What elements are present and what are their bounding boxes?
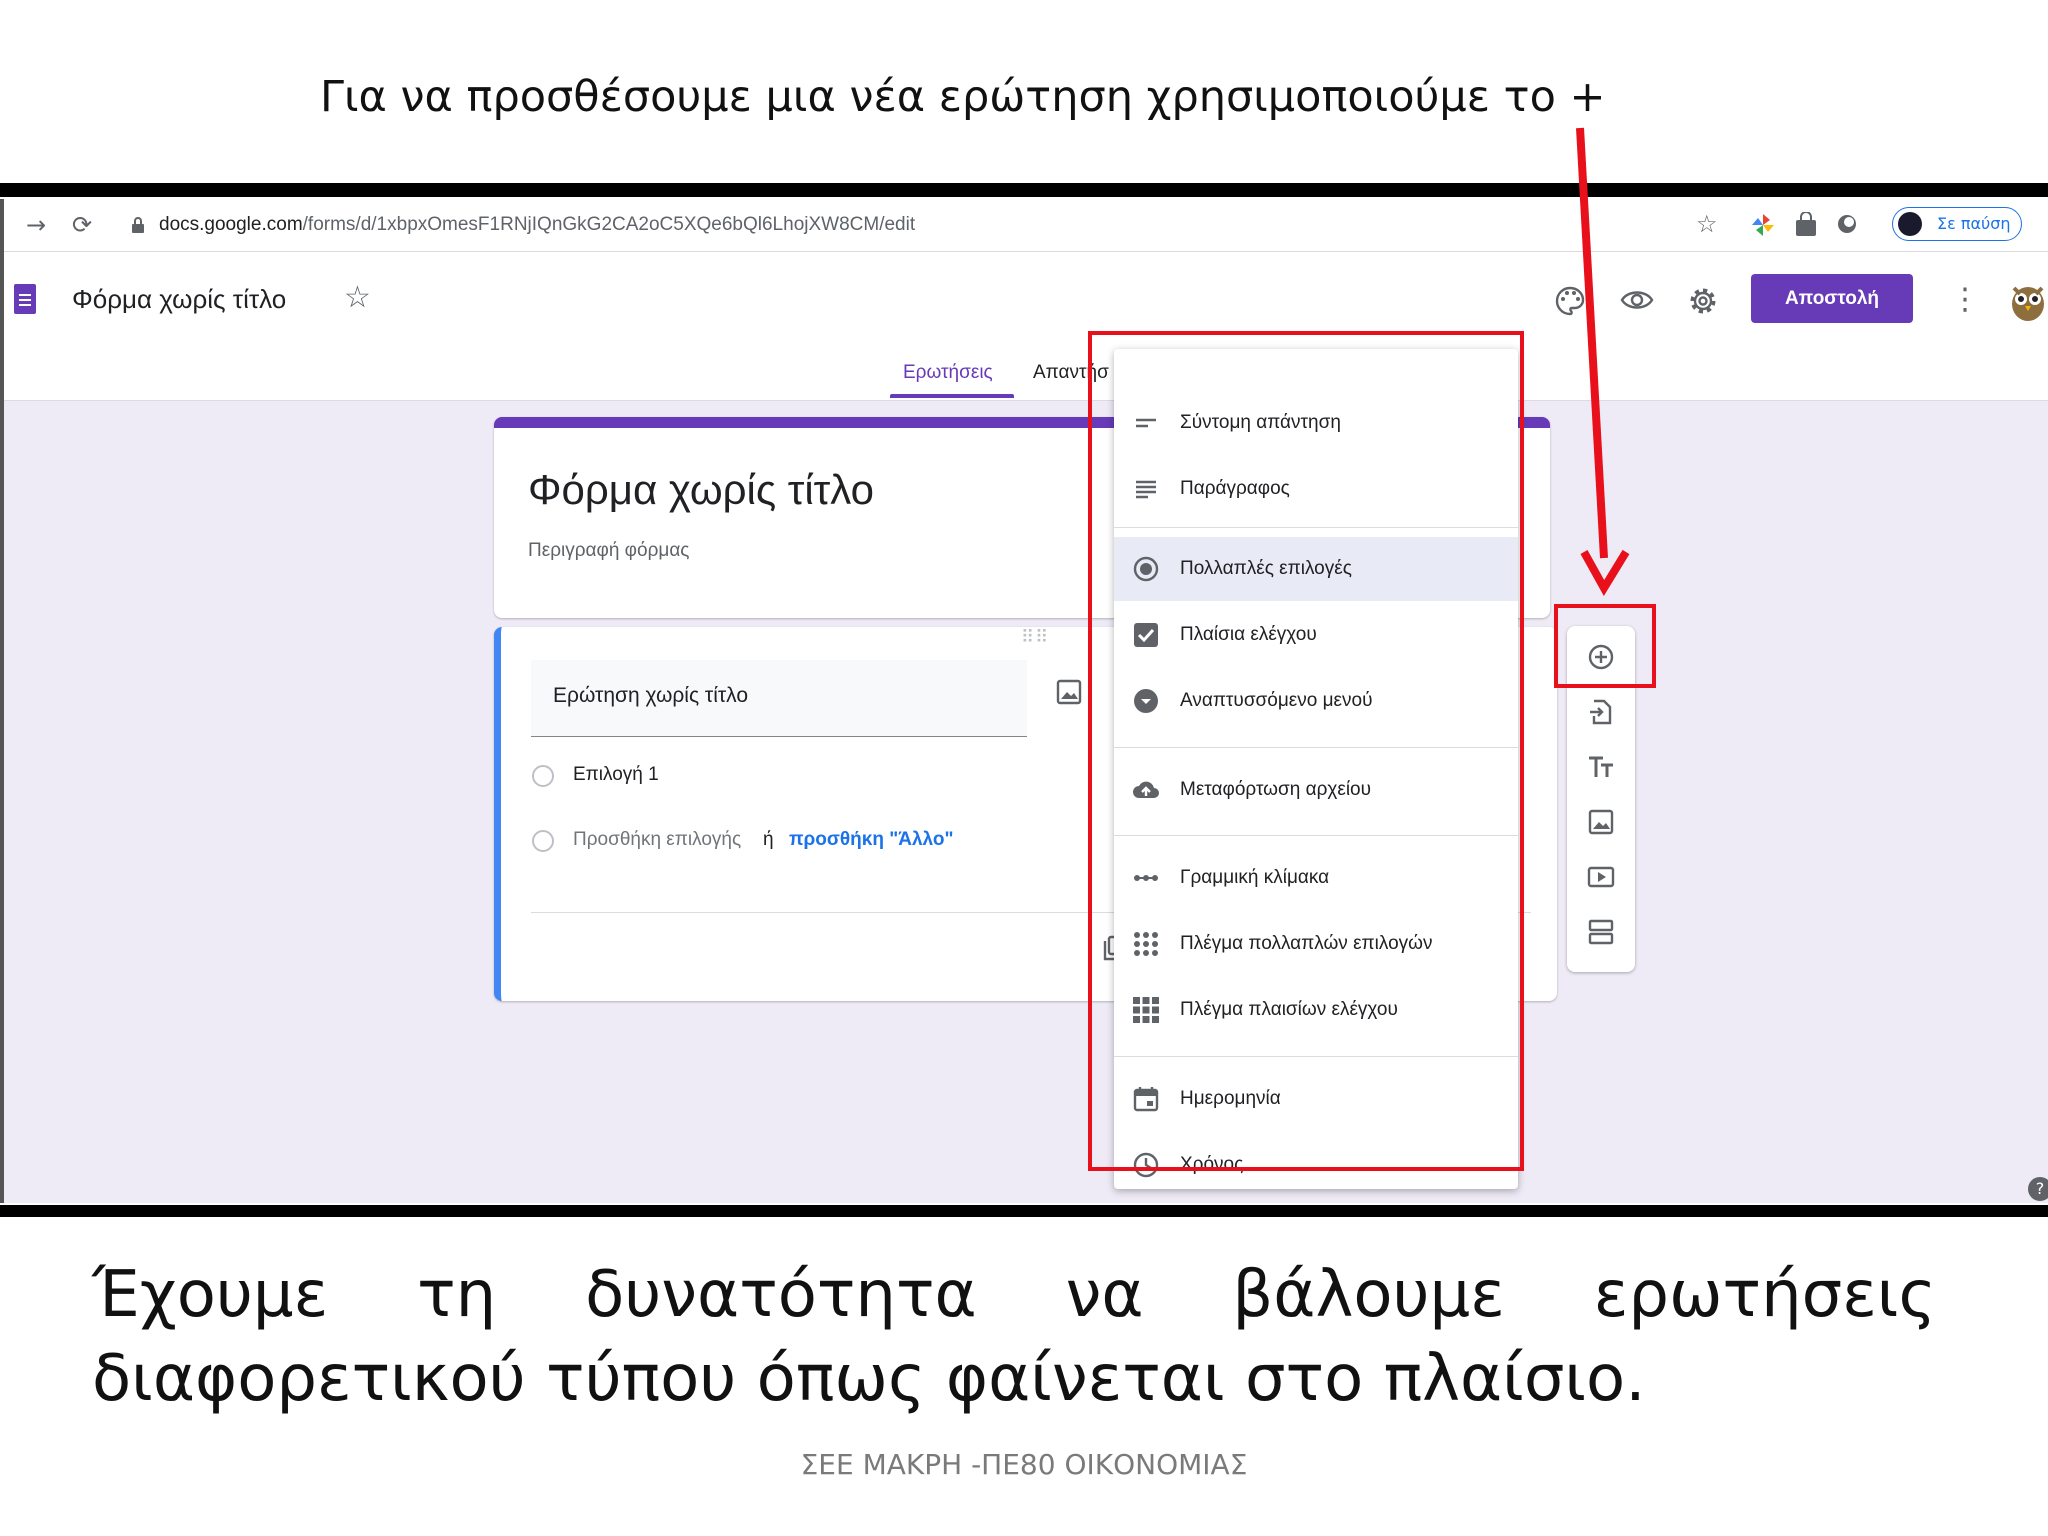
option-radio[interactable] bbox=[532, 765, 554, 787]
add-option-link[interactable]: Προσθήκη επιλογής bbox=[573, 829, 741, 851]
palette-icon[interactable] bbox=[1554, 285, 1586, 317]
extension-pinwheel-icon[interactable] bbox=[1750, 212, 1776, 238]
owl-avatar-icon[interactable] bbox=[2008, 280, 2048, 322]
or-text: ή bbox=[763, 829, 774, 850]
form-title[interactable]: Φόρμα χωρίς τίτλο bbox=[528, 466, 874, 514]
send-button[interactable]: Αποστολή bbox=[1751, 274, 1913, 323]
document-title[interactable]: Φόρμα χωρίς τίτλο bbox=[72, 284, 286, 315]
profile-avatar bbox=[1898, 212, 1922, 236]
import-questions-icon[interactable] bbox=[1587, 698, 1615, 726]
bookmark-star-icon[interactable]: ☆ bbox=[1696, 210, 1718, 238]
question-title-input[interactable]: Ερώτηση χωρίς τίτλο bbox=[531, 660, 1027, 737]
extension-circle-icon[interactable] bbox=[1836, 213, 1858, 235]
address-bar: → ⟳ docs.google.com/forms/d/1xbpxOmesF1R… bbox=[4, 199, 2048, 252]
profile-paused-chip[interactable]: Σε παύση bbox=[1892, 207, 2022, 241]
google-forms-logo-icon[interactable] bbox=[14, 284, 36, 314]
browser-screenshot: → ⟳ docs.google.com/forms/d/1xbpxOmesF1R… bbox=[0, 199, 2048, 1203]
frame-top-border bbox=[0, 183, 2048, 197]
reload-icon[interactable]: ⟳ bbox=[72, 211, 92, 239]
url-host: docs.google.com bbox=[159, 214, 303, 235]
forward-icon[interactable]: → bbox=[26, 211, 46, 239]
active-tab-indicator bbox=[890, 394, 1014, 398]
tab-questions[interactable]: Ερωτήσεις bbox=[903, 362, 993, 384]
browser-menu-icon[interactable]: ⋮ bbox=[2040, 209, 2048, 237]
add-image-icon[interactable] bbox=[1587, 808, 1615, 836]
frame-bottom-border bbox=[0, 1205, 2048, 1217]
star-icon[interactable]: ☆ bbox=[344, 280, 371, 315]
question-title-text: Ερώτηση χωρίς τίτλο bbox=[553, 684, 749, 707]
drag-handle-icon[interactable]: ⠿⠿ bbox=[1021, 627, 1049, 648]
avg-extension-icon[interactable] bbox=[1794, 212, 1818, 238]
preview-eye-icon[interactable] bbox=[1620, 288, 1654, 312]
settings-gear-icon[interactable] bbox=[1687, 285, 1719, 317]
url-text[interactable]: docs.google.com/forms/d/1xbpxOmesF1RNjIQ… bbox=[159, 214, 915, 236]
add-image-to-question-icon[interactable] bbox=[1056, 679, 1082, 705]
more-options-icon[interactable]: ⋮ bbox=[1950, 282, 1980, 317]
annotation-box-question-types bbox=[1088, 331, 1524, 1171]
pause-label: Σε παύση bbox=[1937, 214, 2011, 233]
forms-header: Φόρμα χωρίς τίτλο ☆ Αποστολή ⋮ Ερωτήσεις… bbox=[4, 252, 2048, 401]
add-other-link[interactable]: προσθήκη "Άλλο" bbox=[789, 829, 954, 851]
lock-icon bbox=[132, 217, 144, 233]
add-title-icon[interactable] bbox=[1587, 753, 1615, 781]
slide-body-text: Έχουμε τη δυνατότητα να βάλουμε ερωτήσει… bbox=[92, 1258, 1936, 1416]
top-caption: Για να προσθέσουμε μια νέα ερώτηση χρησι… bbox=[320, 72, 1606, 122]
help-icon[interactable]: ? bbox=[2028, 1177, 2048, 1201]
add-video-icon[interactable] bbox=[1587, 863, 1615, 891]
slide-footer: ΣΕΕ ΜΑΚΡΗ -ΠΕ80 ΟΙΚΟΝΟΜΙΑΣ bbox=[800, 1448, 1248, 1481]
url-path: /forms/d/1xbpxOmesF1RNjIQnGkG2CA2oC5XQe6… bbox=[302, 214, 916, 235]
option-1-label[interactable]: Επιλογή 1 bbox=[573, 764, 659, 786]
add-option-radio bbox=[532, 830, 554, 852]
add-section-icon[interactable] bbox=[1587, 918, 1615, 946]
form-description-field[interactable]: Περιγραφή φόρμας bbox=[528, 540, 689, 562]
annotation-box-add-button bbox=[1554, 604, 1656, 688]
